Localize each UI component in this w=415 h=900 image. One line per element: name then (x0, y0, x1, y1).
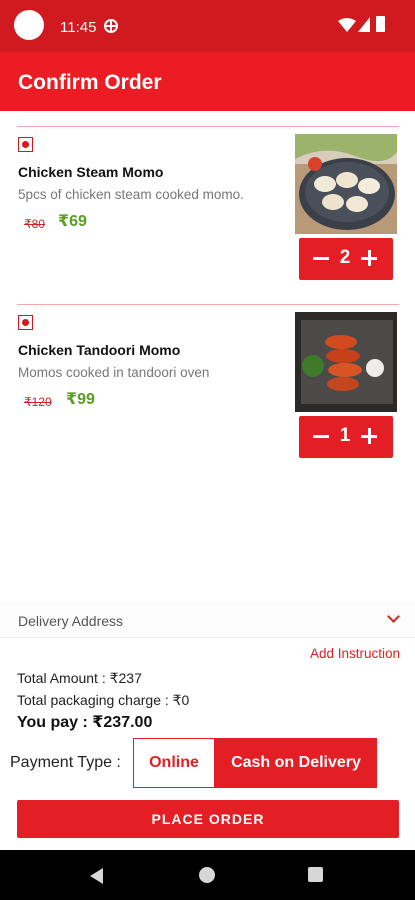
plus-icon[interactable] (361, 428, 377, 444)
item-name: Chicken Steam Momo (18, 164, 164, 180)
non-veg-mark-icon (18, 315, 33, 330)
status-time: 11:45 (60, 19, 97, 36)
tandoori-momo-photo (295, 312, 397, 412)
quantity-value: 2 (339, 247, 351, 268)
home-icon[interactable] (199, 867, 215, 883)
item-old-price: ₹120 (24, 395, 52, 409)
item-description: Momos cooked in tandoori oven (18, 365, 210, 380)
item-description: 5pcs of chicken steam cooked momo. (18, 187, 244, 202)
signal-icon (358, 17, 370, 32)
payment-option-cash-on-delivery[interactable]: Cash on Delivery (215, 738, 377, 788)
item-price: ₹99 (66, 391, 95, 408)
back-icon[interactable] (90, 868, 103, 884)
minus-icon[interactable] (313, 435, 329, 438)
minus-icon[interactable] (313, 257, 329, 260)
total-amount: Total Amount : ₹237 (17, 670, 142, 686)
quantity-stepper: 2 (299, 238, 393, 280)
wifi-icon (338, 18, 356, 32)
add-instruction-link[interactable]: Add Instruction (310, 646, 400, 661)
vpn-globe-icon (104, 19, 118, 33)
cart-item: Chicken Steam Momo 5pcs of chicken steam… (0, 127, 415, 297)
chevron-down-icon[interactable] (387, 610, 400, 623)
camera-cutout-icon (14, 10, 44, 40)
quantity-stepper: 1 (299, 416, 393, 458)
cart-item: Chicken Tandoori Momo Momos cooked in ta… (0, 305, 415, 475)
status-bar: 11:45 (0, 0, 415, 52)
delivery-address-label: Delivery Address (18, 613, 124, 629)
steam-momo-photo (295, 134, 397, 234)
system-nav-bar (0, 850, 415, 900)
payment-option-online[interactable]: Online (133, 738, 215, 788)
non-veg-mark-icon (18, 137, 33, 152)
place-order-button[interactable]: PLACE ORDER (17, 800, 399, 838)
page-title: Confirm Order (18, 71, 162, 94)
item-price: ₹69 (58, 213, 87, 230)
app-bar: Confirm Order (0, 52, 415, 111)
recents-icon[interactable] (308, 867, 323, 882)
payment-type-label: Payment Type : (10, 754, 121, 771)
battery-icon (376, 16, 385, 32)
item-name: Chicken Tandoori Momo (18, 342, 181, 358)
plus-icon[interactable] (361, 250, 377, 266)
packaging-charge: Total packaging charge : ₹0 (17, 692, 190, 708)
delivery-address-row[interactable]: Delivery Address (0, 602, 415, 638)
you-pay-total: You pay : ₹237.00 (17, 714, 153, 731)
quantity-value: 1 (339, 425, 351, 446)
item-old-price: ₹80 (24, 217, 45, 231)
